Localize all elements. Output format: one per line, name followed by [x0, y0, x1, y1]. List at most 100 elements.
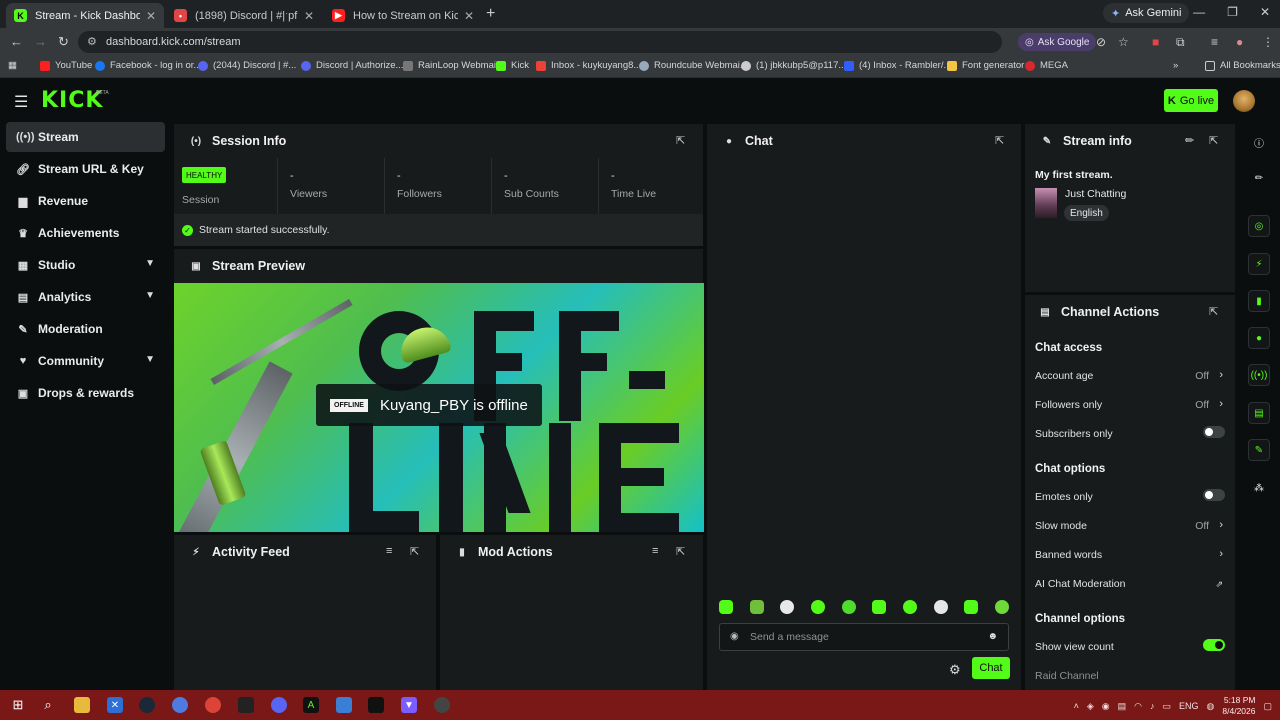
chat-icon[interactable]: ●	[1248, 327, 1270, 349]
popout-icon[interactable]: ⇱	[410, 545, 419, 558]
popout-icon[interactable]: ⇱	[676, 545, 685, 558]
reload-icon[interactable]: ↻	[58, 34, 69, 50]
emote-icon[interactable]	[933, 600, 948, 614]
sidebar-item-achievements[interactable]: ♛ Achievements	[6, 218, 165, 248]
media-icon[interactable]: ≡	[1211, 35, 1218, 49]
tray-app-icon[interactable]: ◉	[1102, 701, 1110, 712]
close-tab-icon[interactable]: ✕	[464, 9, 474, 23]
emote-icon[interactable]	[749, 600, 764, 614]
emote-icon[interactable]	[994, 600, 1009, 614]
layout-icon[interactable]: ▤	[1248, 402, 1270, 424]
close-tab-icon[interactable]: ✕	[304, 9, 314, 23]
target-icon[interactable]: ◎	[1248, 215, 1270, 237]
discord-icon[interactable]	[271, 697, 287, 713]
wifi-icon[interactable]: ◠	[1134, 701, 1142, 712]
emote-icon[interactable]	[719, 600, 733, 614]
eye-off-icon[interactable]: ⊘	[1096, 35, 1106, 49]
volume-icon[interactable]: ♪	[1150, 701, 1155, 711]
new-tab-icon[interactable]: +	[486, 5, 495, 23]
bookmark-gmail[interactable]: Inbox - kuykuyang8...	[536, 60, 641, 71]
bookmark-mega[interactable]: MEGA	[1025, 60, 1068, 71]
back-icon[interactable]: ←	[10, 34, 23, 49]
edit-icon[interactable]: ✏	[1248, 167, 1270, 189]
extension-red-icon[interactable]: ■	[1152, 35, 1159, 49]
emote-icon[interactable]	[780, 600, 795, 614]
subscribers-only-toggle[interactable]	[1203, 426, 1225, 438]
account-age-row[interactable]: Account age Off ›	[1035, 369, 1225, 382]
emote-icon[interactable]	[841, 600, 856, 614]
file-explorer-icon[interactable]	[74, 697, 90, 713]
apps-grid-icon[interactable]: ▦	[8, 60, 17, 71]
chrome-icon[interactable]	[205, 697, 221, 713]
info-icon[interactable]: ⓘ	[1248, 131, 1270, 153]
language-indicator[interactable]: ENG	[1179, 701, 1199, 711]
emote-icon[interactable]	[964, 600, 979, 614]
emote-icon[interactable]	[810, 600, 825, 614]
chat-message-input[interactable]: ◉ Send a message ☻	[719, 623, 1009, 651]
sidebar-item-stream-url-key[interactable]: 🔗︎ Stream URL & Key	[6, 154, 165, 184]
sidebar-item-moderation[interactable]: ✎ Moderation	[6, 314, 165, 344]
app-a-icon[interactable]: A	[303, 697, 319, 713]
go-live-button[interactable]: K Go live	[1164, 89, 1218, 112]
sidebar-item-stream[interactable]: ((•)) Stream	[6, 122, 165, 152]
close-tab-icon[interactable]: ✕	[146, 9, 156, 23]
connections-icon[interactable]: ⁂	[1248, 477, 1270, 499]
hamburger-menu-icon[interactable]: ☰	[14, 92, 28, 112]
clock[interactable]: 5:18 PM 8/4/2026	[1222, 695, 1255, 717]
send-chat-button[interactable]: Chat	[972, 657, 1010, 679]
stream-category[interactable]: Just Chatting	[1065, 188, 1126, 200]
filter-icon[interactable]: ≡	[652, 545, 658, 557]
user-avatar[interactable]	[1233, 90, 1255, 112]
raid-channel-row[interactable]: Raid Channel	[1035, 670, 1225, 682]
forward-icon[interactable]: →	[34, 34, 47, 49]
banned-words-row[interactable]: Banned words ›	[1035, 548, 1225, 561]
url-input[interactable]: ⚙ dashboard.kick.com/stream	[78, 31, 1002, 53]
emoji-picker-icon[interactable]: ☻	[987, 631, 998, 642]
emotes-only-toggle[interactable]	[1203, 489, 1225, 501]
slow-mode-row[interactable]: Slow mode Off ›	[1035, 519, 1225, 532]
tray-app-icon[interactable]: ◍	[1207, 701, 1215, 712]
broadcast-icon[interactable]: ((•))	[1248, 364, 1270, 386]
sidebar-item-studio[interactable]: ▦ Studio ▼	[6, 250, 165, 280]
ai-chat-moderation-row[interactable]: AI Chat Moderation ⇗	[1035, 578, 1225, 590]
popout-icon[interactable]: ⇱	[1209, 134, 1218, 147]
popout-icon[interactable]: ⇱	[676, 134, 685, 147]
tray-app-icon[interactable]: ▤	[1118, 701, 1127, 712]
sidebar-item-revenue[interactable]: ▆ Revenue	[6, 186, 165, 216]
search-icon[interactable]: ⌕	[40, 697, 56, 713]
windows-start-icon[interactable]: ⊞	[10, 697, 26, 713]
bookmark-roundcube[interactable]: Roundcube Webmai...	[639, 60, 748, 71]
bookmark-mail[interactable]: (1) jbkkubp5@p117...	[741, 60, 846, 71]
emote-icon[interactable]	[902, 600, 917, 614]
menu-dots-icon[interactable]: ⋮	[1262, 35, 1274, 49]
minimize-icon[interactable]: —	[1193, 5, 1205, 19]
capcut-icon[interactable]	[368, 697, 384, 713]
bookmark-rainloop[interactable]: RainLoop Webmail	[403, 60, 498, 71]
bookmark-kick[interactable]: Kick	[496, 60, 529, 71]
edit-pencil-icon[interactable]: ✏	[1185, 134, 1194, 147]
tab-youtube-howto[interactable]: ▶ How to Stream on Kick in 5 Mi ✕	[324, 3, 482, 28]
sidebar-item-community[interactable]: ♥ Community ▼	[6, 346, 165, 376]
battery-icon[interactable]: ▭	[1163, 701, 1172, 712]
bookmark-star-icon[interactable]: ☆	[1118, 35, 1129, 49]
sidebar-item-analytics[interactable]: ▤ Analytics ▼	[6, 282, 165, 312]
show-view-count-toggle[interactable]	[1203, 639, 1225, 651]
browser-icon[interactable]	[172, 697, 188, 713]
filter-icon[interactable]: ≡	[386, 545, 392, 557]
tray-app-icon[interactable]: ◈	[1087, 701, 1094, 712]
steam-icon[interactable]	[139, 697, 155, 713]
bookmarks-overflow-icon[interactable]: »	[1173, 60, 1178, 71]
store-icon[interactable]	[336, 697, 352, 713]
wrench-icon[interactable]: ✎	[1248, 439, 1270, 461]
restore-icon[interactable]: ❐	[1227, 5, 1238, 19]
bookmark-discord-1[interactable]: (2044) Discord | #...	[198, 60, 296, 71]
bookmark-discord-2[interactable]: Discord | Authorize...	[301, 60, 403, 71]
followers-only-row[interactable]: Followers only Off ›	[1035, 398, 1225, 411]
tab-discord[interactable]: • (1898) Discord | #|ˑpfp | Fuzzy ✕	[166, 3, 322, 28]
all-bookmarks[interactable]: All Bookmarks	[1205, 60, 1280, 71]
ask-gemini-button[interactable]: ✦ Ask Gemini	[1103, 3, 1190, 23]
site-settings-icon[interactable]: ⚙	[87, 35, 97, 48]
bookmark-facebook[interactable]: Facebook - log in or...	[95, 60, 201, 71]
kick-logo[interactable]: KICK	[41, 88, 103, 113]
bolt-icon[interactable]: ⚡︎	[1248, 253, 1270, 275]
